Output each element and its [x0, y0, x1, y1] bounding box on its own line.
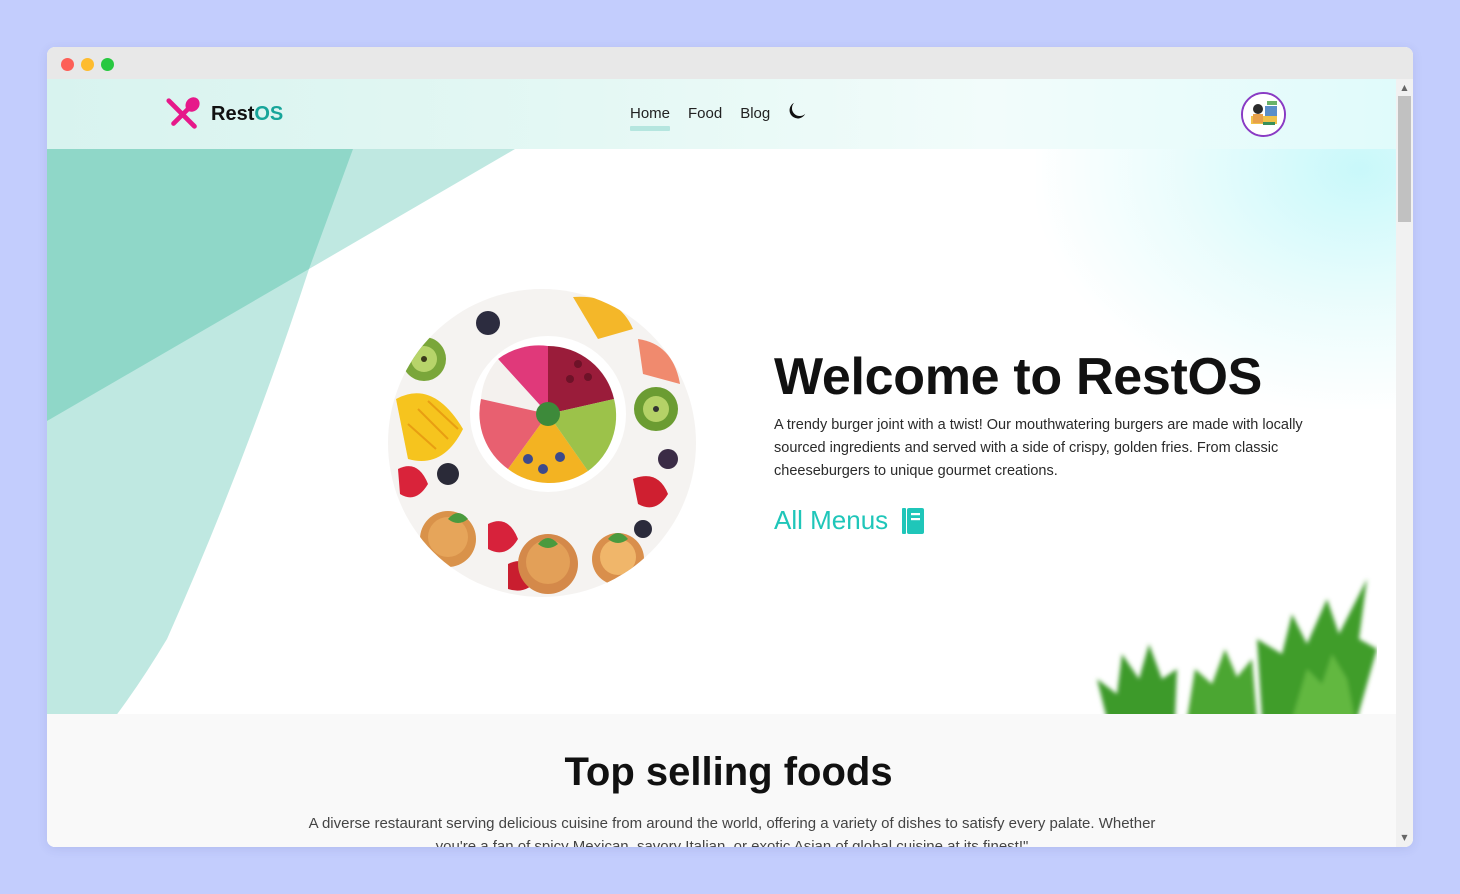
minimize-window-button[interactable] [81, 58, 94, 71]
brand-name-accent: OS [254, 102, 284, 125]
scroll-down-arrow-icon[interactable]: ▼ [1396, 831, 1413, 845]
user-avatar-illustration [1243, 94, 1284, 135]
maximize-window-button[interactable] [101, 58, 114, 71]
top-navbar: RestOS Home Food Blog [47, 79, 1396, 149]
parsley-leaves-decoration [1097, 579, 1377, 719]
nav-links: Home Food Blog [630, 102, 808, 131]
brand-name-main: Rest [211, 102, 255, 125]
browser-window: RestOS Home Food Blog Welcome to RestOS … [47, 47, 1413, 847]
book-icon [902, 507, 925, 534]
logo[interactable]: RestOS [165, 95, 283, 133]
scrollbar-thumb[interactable] [1398, 96, 1411, 222]
top-selling-section: Top selling foods A diverse restaurant s… [47, 714, 1396, 847]
nav-link-home[interactable]: Home [630, 105, 671, 131]
window-titlebar [47, 47, 1413, 79]
brand-name: RestOS [211, 103, 283, 126]
utensils-icon [166, 97, 200, 129]
nav-link-blog[interactable]: Blog [740, 105, 770, 122]
hero-description: A trendy burger joint with a twist! Our … [774, 417, 1303, 479]
close-window-button[interactable] [61, 58, 74, 71]
page-viewport: RestOS Home Food Blog Welcome to RestOS … [47, 79, 1396, 847]
scroll-up-arrow-icon[interactable]: ▲ [1396, 81, 1413, 95]
user-avatar[interactable] [1241, 92, 1286, 137]
all-menus-label: All Menus [774, 505, 889, 535]
moon-icon[interactable] [786, 100, 808, 122]
top-selling-description: A diverse restaurant serving delicious c… [308, 815, 1156, 847]
vertical-scrollbar[interactable]: ▲ ▼ [1396, 79, 1413, 847]
hero-title: Welcome to RestOS [774, 348, 1263, 406]
all-menus-button[interactable]: All Menus [774, 505, 925, 536]
top-selling-title: Top selling foods [564, 750, 893, 794]
nav-link-food[interactable]: Food [688, 105, 722, 122]
hero-food-image [388, 289, 696, 597]
